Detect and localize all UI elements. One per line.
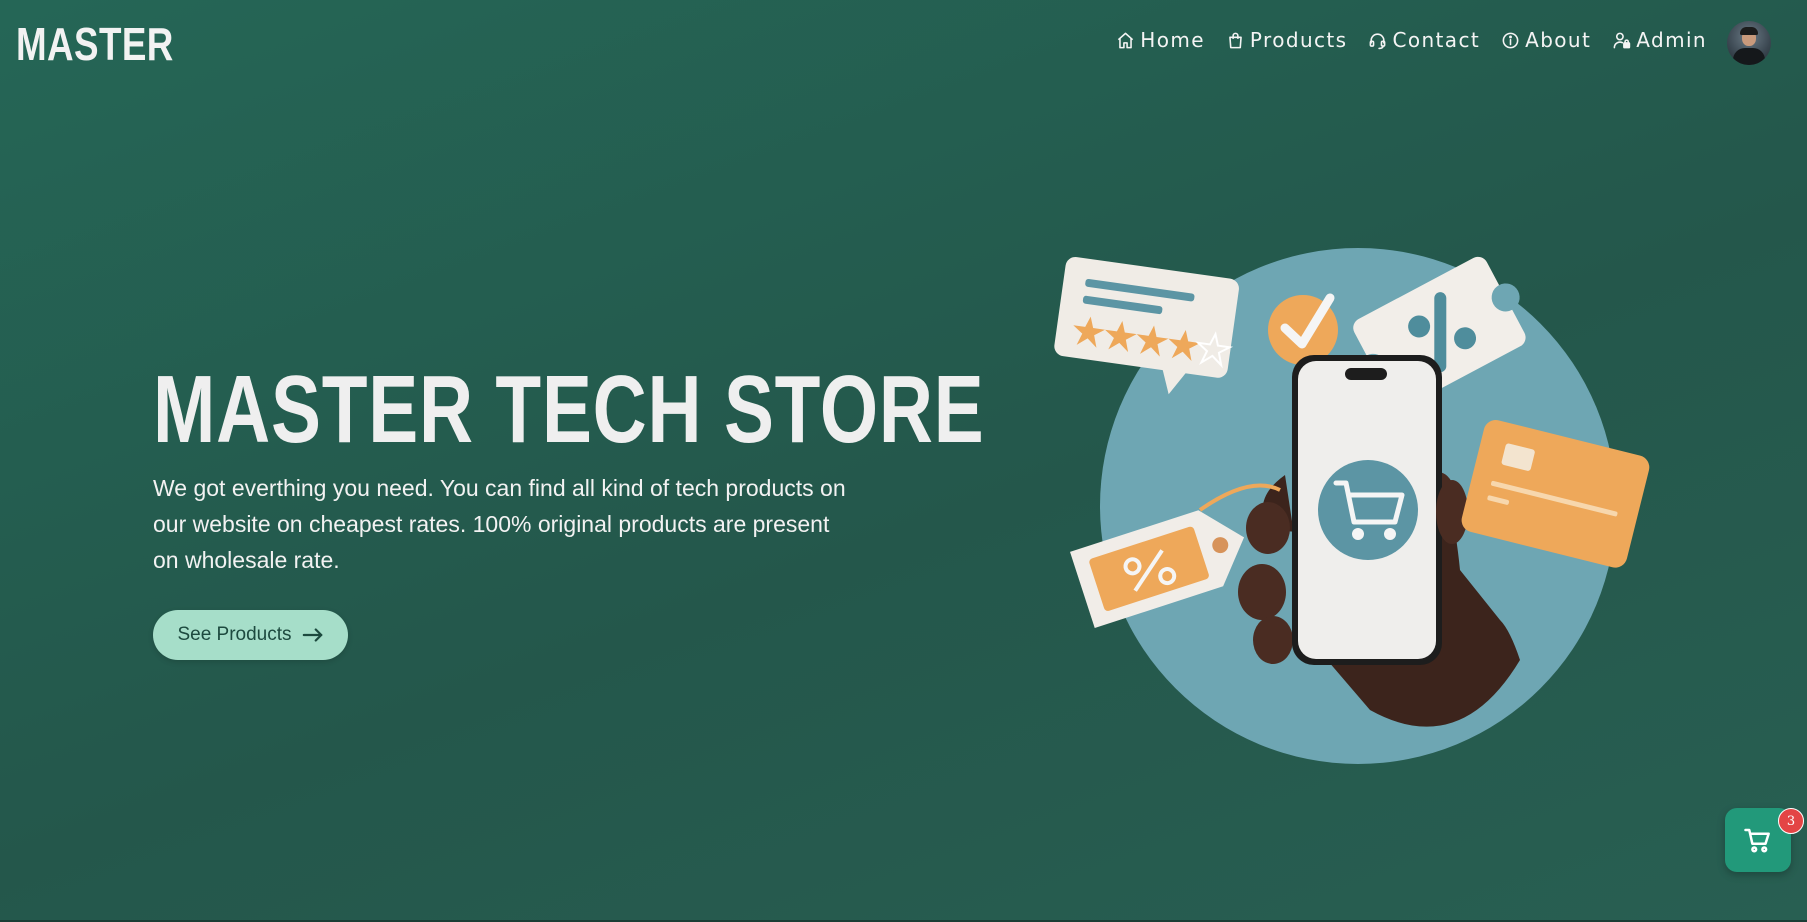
nav-label-about: About bbox=[1525, 28, 1592, 52]
hero-description: We got everthing you need. You can find … bbox=[153, 475, 846, 573]
nav-item-home[interactable]: Home bbox=[1116, 28, 1205, 52]
shopping-cart-icon bbox=[1744, 828, 1770, 853]
arrow-right-icon bbox=[302, 628, 322, 642]
nav-item-contact[interactable]: Contact bbox=[1368, 28, 1480, 52]
brand-logo[interactable]: MASTER bbox=[16, 18, 174, 70]
cart-count-badge: 3 bbox=[1778, 808, 1804, 834]
info-icon bbox=[1502, 32, 1519, 48]
main-nav: Home Products Contact About Admin bbox=[1116, 28, 1707, 52]
see-products-label: See Products bbox=[177, 624, 292, 645]
home-icon bbox=[1118, 32, 1134, 48]
nav-label-products: Products bbox=[1249, 28, 1348, 52]
smartphone bbox=[1292, 355, 1442, 665]
see-products-button[interactable]: See Products bbox=[153, 610, 348, 660]
avatar-hair bbox=[1740, 27, 1758, 35]
avatar-body bbox=[1733, 48, 1765, 65]
nav-label-home: Home bbox=[1140, 28, 1205, 52]
user-avatar[interactable] bbox=[1727, 21, 1771, 65]
nav-label-admin: Admin bbox=[1636, 28, 1707, 52]
hero-title: MASTER TECH STORE bbox=[153, 356, 985, 463]
nav-item-admin[interactable]: Admin bbox=[1612, 28, 1707, 52]
hero-illustration bbox=[1054, 248, 1650, 764]
headset-icon bbox=[1370, 32, 1386, 49]
check-badge bbox=[1268, 293, 1338, 365]
nav-item-products[interactable]: Products bbox=[1226, 28, 1348, 52]
nav-label-contact: Contact bbox=[1392, 28, 1481, 52]
nav-item-about[interactable]: About bbox=[1501, 28, 1591, 52]
user-lock-icon bbox=[1613, 32, 1631, 48]
shopping-bag-icon bbox=[1229, 32, 1242, 48]
